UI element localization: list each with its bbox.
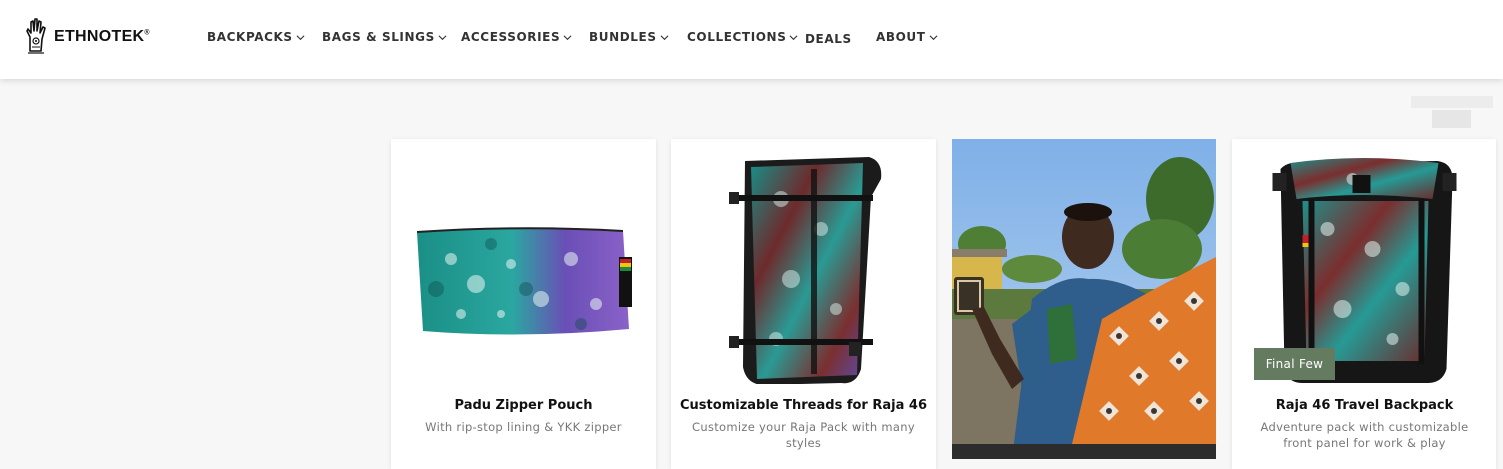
product-title[interactable]: Padu Zipper Pouch — [391, 398, 656, 413]
product-image — [729, 157, 882, 384]
product-image — [416, 227, 632, 335]
product-card[interactable]: Customizable Threads for Raja 46 Customi… — [671, 139, 936, 469]
product-subtitle: With rip-stop lining & YKK zipper — [425, 420, 622, 434]
hand-logo-icon — [26, 18, 46, 54]
nav-label: DEALS — [805, 32, 852, 46]
chevron-down-icon — [660, 35, 669, 41]
chevron-down-icon — [929, 35, 938, 41]
nav-label: BACKPACKS — [207, 30, 293, 44]
placeholder-block — [1411, 96, 1493, 108]
photo-caption-bar — [952, 444, 1216, 459]
nav-accessories[interactable]: ACCESSORIES — [461, 30, 572, 44]
lifestyle-photo — [952, 139, 1216, 459]
status-badge: Final Few — [1254, 348, 1335, 380]
product-subtitle: Adventure pack with customizable front p… — [1260, 420, 1469, 450]
product-card[interactable]: Final Few Raja 46 Travel Backpack Advent… — [1232, 139, 1496, 469]
nav-about[interactable]: ABOUT — [876, 30, 938, 44]
nav-label: BUNDLES — [589, 30, 657, 44]
nav-backpacks[interactable]: BACKPACKS — [207, 30, 305, 44]
artisan-photo — [952, 139, 1216, 459]
chevron-down-icon — [563, 35, 572, 41]
nav-deals[interactable]: DEALS — [805, 32, 852, 46]
nav-bags-slings[interactable]: BAGS & SLINGS — [322, 30, 447, 44]
chevron-down-icon — [296, 35, 305, 41]
site-header: ETHNOTEK® BACKPACKS BAGS & SLINGS ACCESS… — [0, 0, 1503, 79]
nav-label: ACCESSORIES — [461, 30, 561, 44]
nav-label: ABOUT — [876, 30, 926, 44]
product-title[interactable]: Raja 46 Travel Backpack — [1232, 398, 1497, 413]
brand-name: ETHNOTEK® — [54, 28, 150, 45]
brand-logo[interactable]: ETHNOTEK® — [23, 17, 150, 55]
nav-bundles[interactable]: BUNDLES — [589, 30, 669, 44]
nav-label: COLLECTIONS — [687, 30, 787, 44]
nav-label: BAGS & SLINGS — [322, 30, 435, 44]
product-title[interactable]: Customizable Threads for Raja 46 — [671, 398, 936, 413]
nav-collections[interactable]: COLLECTIONS — [687, 30, 798, 44]
product-subtitle: Customize your Raja Pack with many style… — [692, 420, 915, 450]
chevron-down-icon — [789, 35, 798, 41]
placeholder-block — [1432, 110, 1471, 128]
product-card[interactable]: Padu Zipper Pouch With rip-stop lining &… — [391, 139, 656, 469]
chevron-down-icon — [438, 35, 447, 41]
